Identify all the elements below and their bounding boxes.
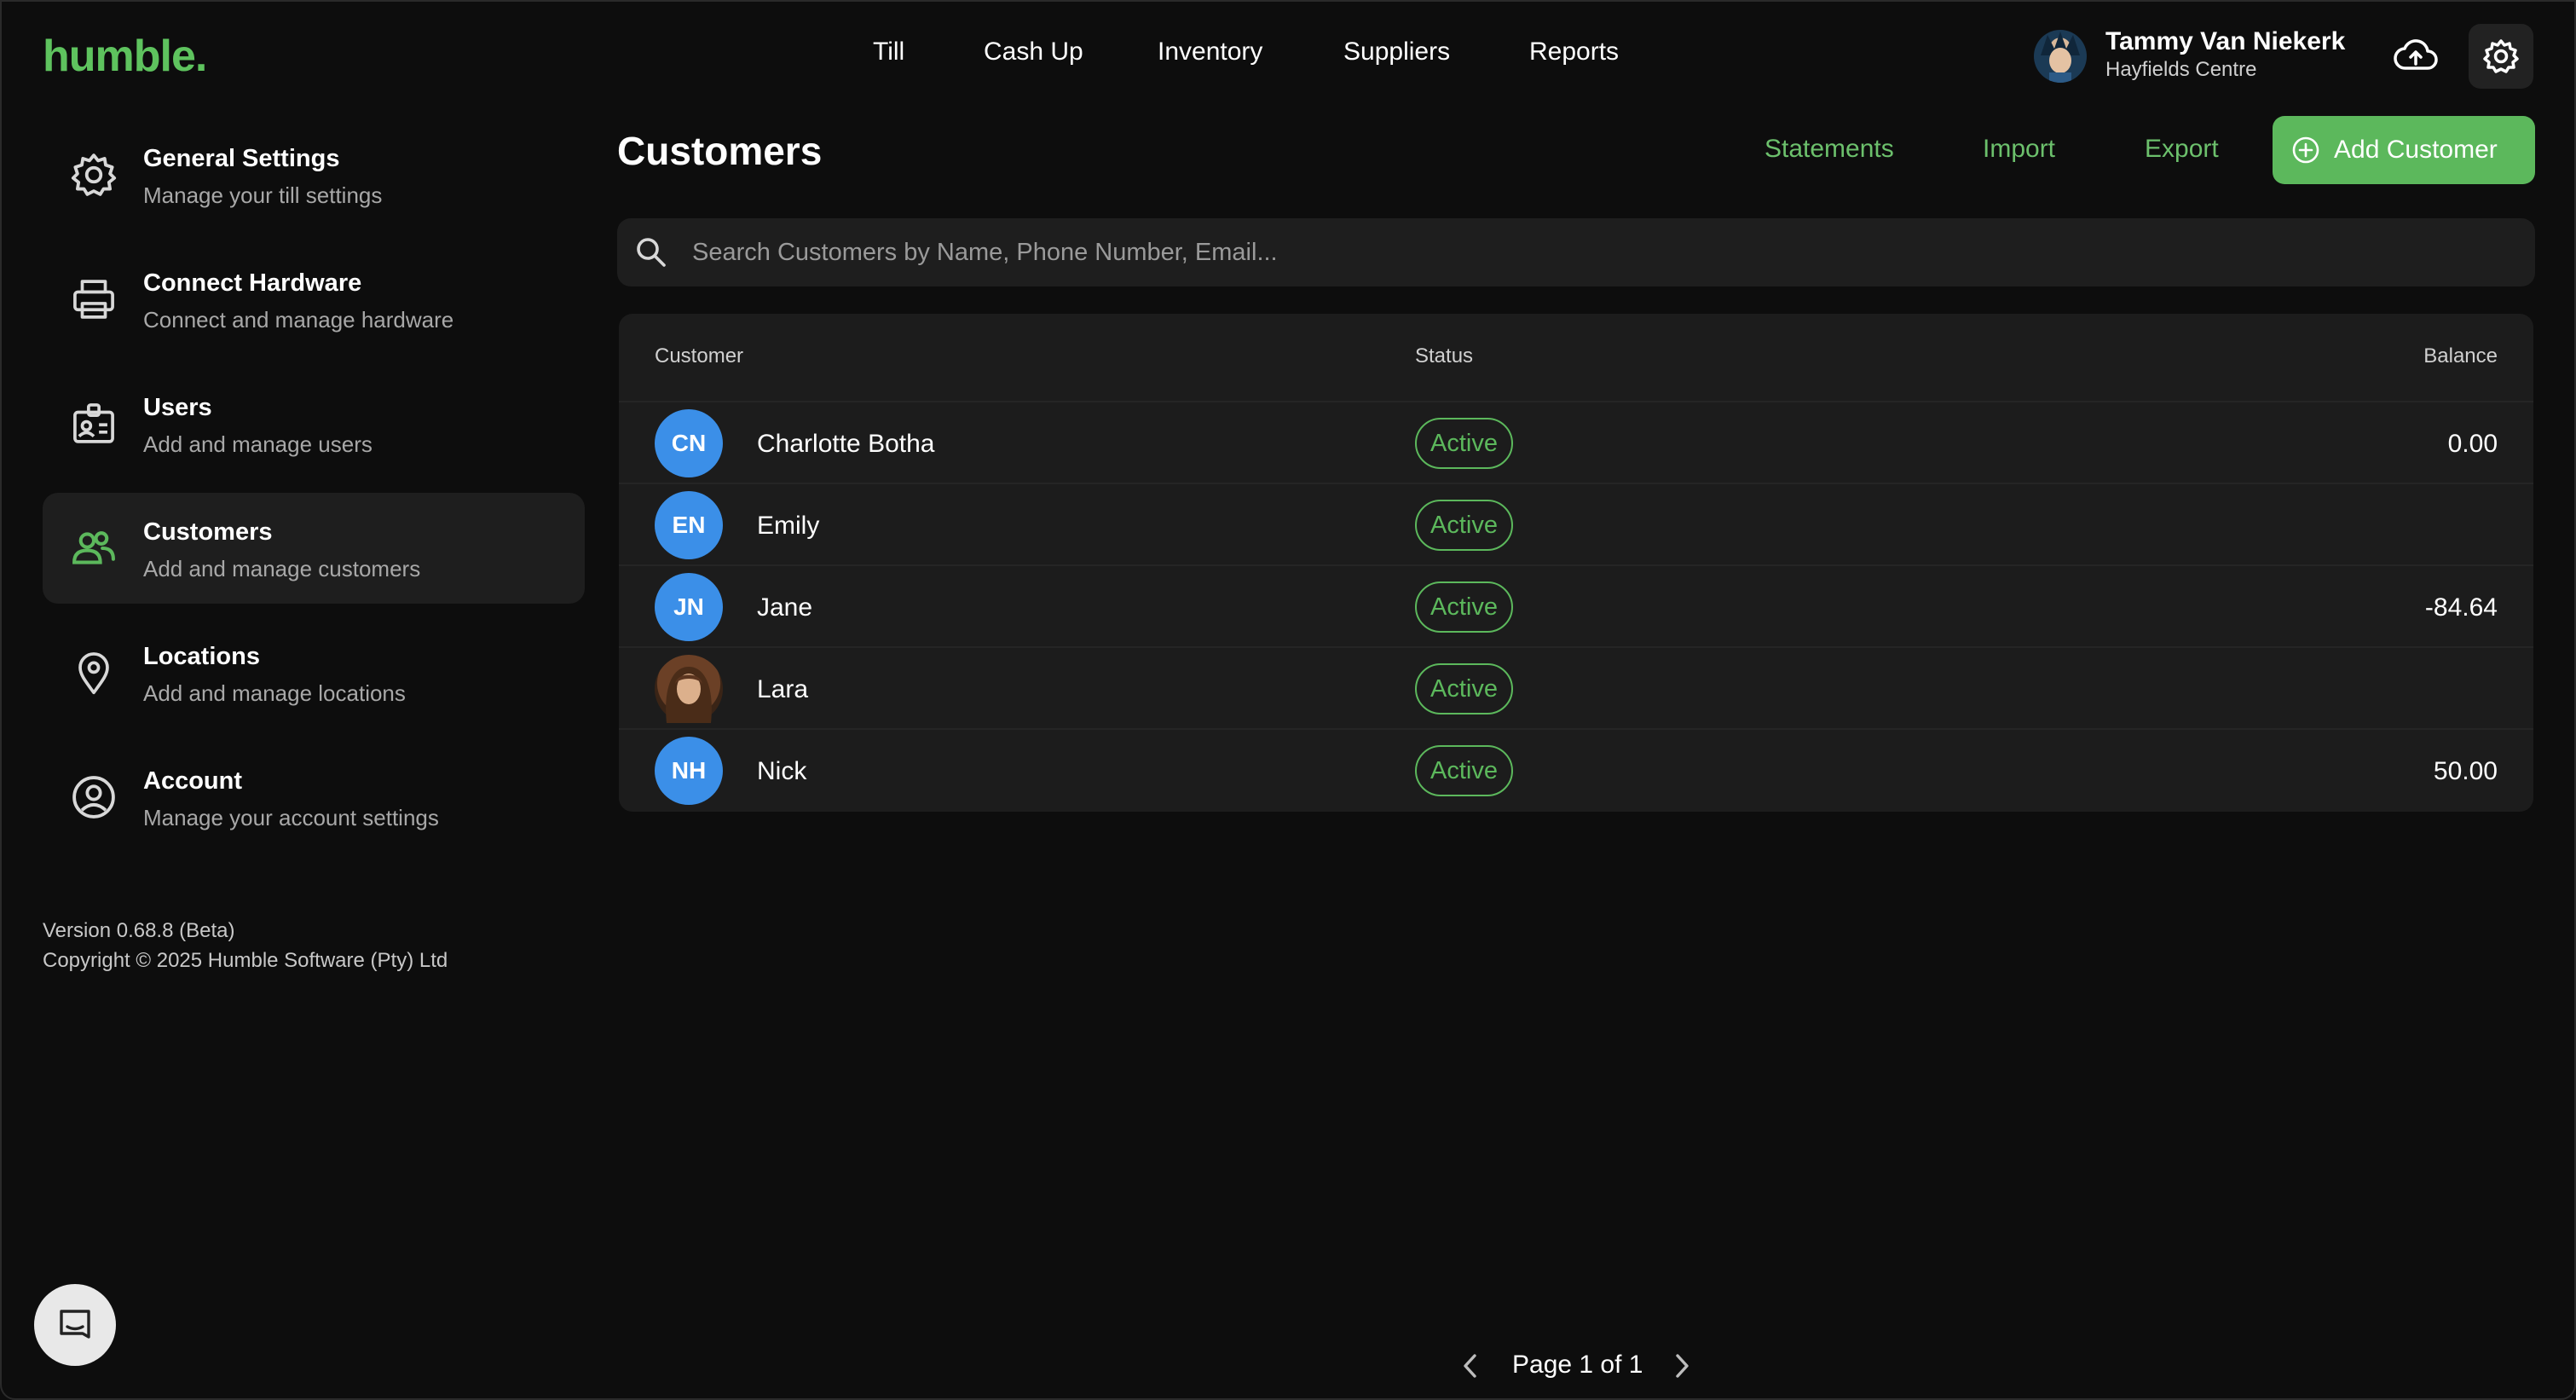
user-avatar xyxy=(2034,30,2087,83)
sidebar-item-subtitle: Add and manage customers xyxy=(143,556,421,581)
settings-button[interactable] xyxy=(2469,24,2533,89)
customer-name: Lara xyxy=(757,675,809,703)
sidebar-item-locations[interactable]: Locations Add and manage locations xyxy=(43,617,585,728)
customer-avatar: NH xyxy=(655,737,723,805)
status-badge: Active xyxy=(1415,500,1513,551)
sidebar-item-customers[interactable]: Customers Add and manage customers xyxy=(43,493,585,604)
version-info: Version 0.68.8 (Beta) Copyright © 2025 H… xyxy=(43,916,448,975)
chevron-left-icon[interactable] xyxy=(1459,1352,1481,1380)
chevron-right-icon[interactable] xyxy=(1671,1352,1693,1380)
statements-button[interactable]: Statements xyxy=(1765,135,1894,164)
sidebar-item-title: Account xyxy=(143,767,242,795)
search-input[interactable] xyxy=(692,218,2516,286)
customer-name: Nick xyxy=(757,757,807,785)
user-location: Hayfields Centre xyxy=(2105,58,2257,81)
chat-icon xyxy=(60,1310,90,1339)
sidebar-item-title: Connect Hardware xyxy=(143,269,362,297)
add-customer-label: Add Customer xyxy=(2334,136,2498,164)
status-badge: Active xyxy=(1415,581,1513,633)
sidebar-item-subtitle: Manage your account settings xyxy=(143,805,439,830)
sidebar-item-title: General Settings xyxy=(143,145,340,172)
cloud-sync-button[interactable] xyxy=(2383,24,2448,89)
settings-sidebar: General Settings Manage your till settin… xyxy=(43,119,585,866)
map-pin-icon xyxy=(66,645,121,700)
customer-balance: 50.00 xyxy=(2433,757,2498,785)
status-badge: Active xyxy=(1415,663,1513,714)
column-header-balance[interactable]: Balance xyxy=(2423,344,2498,368)
table-row[interactable]: CN Charlotte Botha Active 0.00 xyxy=(619,401,2533,483)
table-row[interactable]: NH Nick Active 50.00 xyxy=(619,728,2533,810)
column-header-customer[interactable]: Customer xyxy=(655,344,743,368)
status-badge: Active xyxy=(1415,745,1513,796)
table-row[interactable]: JN Jane Active -84.64 xyxy=(619,564,2533,646)
nav-reports[interactable]: Reports xyxy=(1529,38,1619,67)
nav-cash-up[interactable]: Cash Up xyxy=(984,38,1083,67)
gear-icon xyxy=(2483,39,2519,73)
customer-name: Jane xyxy=(757,593,813,622)
cloud-upload-icon xyxy=(2394,39,2438,70)
sidebar-item-title: Customers xyxy=(143,518,273,546)
user-name: Tammy Van Niekerk xyxy=(2105,27,2346,55)
people-icon xyxy=(66,521,121,576)
sidebar-item-general-settings[interactable]: General Settings Manage your till settin… xyxy=(43,119,585,230)
id-card-icon xyxy=(66,396,121,451)
page-title: Customers xyxy=(617,129,823,173)
sidebar-item-title: Locations xyxy=(143,643,260,670)
table-row[interactable]: Lara Active xyxy=(619,646,2533,728)
customer-avatar: CN xyxy=(655,409,723,477)
table-header: Customer Status Balance xyxy=(619,314,2533,401)
sidebar-item-users[interactable]: Users Add and manage users xyxy=(43,368,585,479)
status-badge: Active xyxy=(1415,418,1513,469)
table-row[interactable]: EN Emily Active xyxy=(619,483,2533,564)
customers-table: Customer Status Balance CN Charlotte Bot… xyxy=(619,314,2533,812)
import-button[interactable]: Import xyxy=(1983,135,2055,164)
sidebar-item-subtitle: Add and manage locations xyxy=(143,680,406,706)
printer-icon xyxy=(66,272,121,327)
customer-photo-avatar xyxy=(655,655,723,723)
customer-balance: 0.00 xyxy=(2447,430,2498,458)
export-button[interactable]: Export xyxy=(2145,135,2219,164)
plus-circle-icon xyxy=(2292,136,2319,164)
nav-suppliers[interactable]: Suppliers xyxy=(1343,38,1450,67)
sidebar-item-title: Users xyxy=(143,394,212,421)
customer-balance: -84.64 xyxy=(2424,593,2498,622)
gear-icon xyxy=(66,148,121,202)
user-circle-icon xyxy=(66,770,121,824)
page-indicator: Page 1 of 1 xyxy=(1512,1351,1643,1379)
sidebar-item-subtitle: Manage your till settings xyxy=(143,182,383,208)
pagination: Page 1 of 1 xyxy=(1459,1347,1698,1385)
sidebar-item-account[interactable]: Account Manage your account settings xyxy=(43,742,585,853)
support-chat-button[interactable] xyxy=(34,1284,116,1366)
customer-name: Emily xyxy=(757,512,820,540)
customer-avatar: JN xyxy=(655,573,723,641)
nav-inventory[interactable]: Inventory xyxy=(1158,38,1262,67)
column-header-status[interactable]: Status xyxy=(1415,344,1473,368)
search-icon xyxy=(637,238,666,267)
customer-avatar: EN xyxy=(655,491,723,559)
sidebar-item-subtitle: Connect and manage hardware xyxy=(143,307,454,333)
customer-search-bar xyxy=(617,218,2535,286)
add-customer-button[interactable]: Add Customer xyxy=(2273,116,2535,184)
copyright-text: Copyright © 2025 Humble Software (Pty) L… xyxy=(43,949,448,972)
customer-name: Charlotte Botha xyxy=(757,430,935,458)
sidebar-item-subtitle: Add and manage users xyxy=(143,431,373,457)
sidebar-item-connect-hardware[interactable]: Connect Hardware Connect and manage hard… xyxy=(43,244,585,355)
version-text: Version 0.68.8 (Beta) xyxy=(43,919,235,942)
nav-till[interactable]: Till xyxy=(873,38,904,67)
user-profile[interactable]: Tammy Van Niekerk Hayfields Centre xyxy=(2034,27,2375,87)
